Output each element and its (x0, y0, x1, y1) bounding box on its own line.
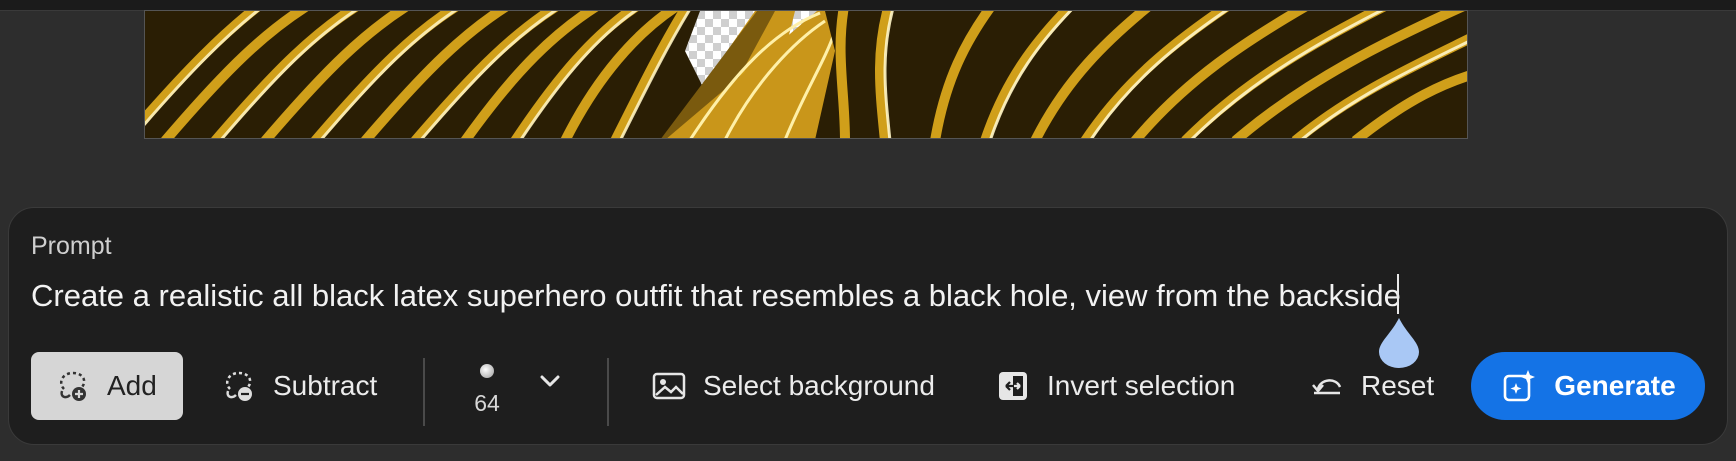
chevron-down-icon (540, 375, 560, 387)
prompt-input[interactable]: Create a realistic all black latex super… (31, 278, 1401, 314)
sparkle-icon (1500, 366, 1540, 406)
lasso-plus-icon (53, 366, 93, 406)
canvas-image[interactable] (144, 10, 1468, 139)
undo-icon (1307, 366, 1347, 406)
divider (423, 358, 425, 426)
select-background-label: Select background (703, 370, 935, 401)
reset-label: Reset (1361, 370, 1435, 401)
text-caret (1397, 274, 1399, 314)
divider (607, 358, 609, 426)
subtract-label: Subtract (273, 370, 378, 401)
brush-dot-icon (480, 364, 494, 378)
invert-selection-icon (993, 366, 1033, 406)
brush-size-dropdown[interactable]: 64 (461, 354, 573, 422)
toolbar: Add Subtract 64 Select background Invert… (9, 352, 1727, 426)
prompt-label: Prompt (31, 232, 112, 260)
image-icon (649, 366, 689, 406)
generate-label: Generate (1554, 370, 1676, 401)
brush-size-value: 64 (474, 390, 500, 416)
swirl-artwork (145, 11, 1467, 138)
invert-selection-button[interactable]: Invert selection (993, 352, 1253, 420)
invert-selection-label: Invert selection (1047, 370, 1236, 401)
subtract-button[interactable]: Subtract (219, 352, 409, 420)
lasso-minus-icon (219, 366, 259, 406)
select-background-button[interactable]: Select background (649, 352, 949, 420)
add-label: Add (107, 370, 157, 401)
add-button[interactable]: Add (31, 352, 183, 420)
reset-button[interactable]: Reset (1307, 352, 1447, 420)
generative-fill-panel: Prompt Create a realistic all black late… (8, 207, 1728, 445)
generate-button[interactable]: Generate (1471, 352, 1705, 420)
